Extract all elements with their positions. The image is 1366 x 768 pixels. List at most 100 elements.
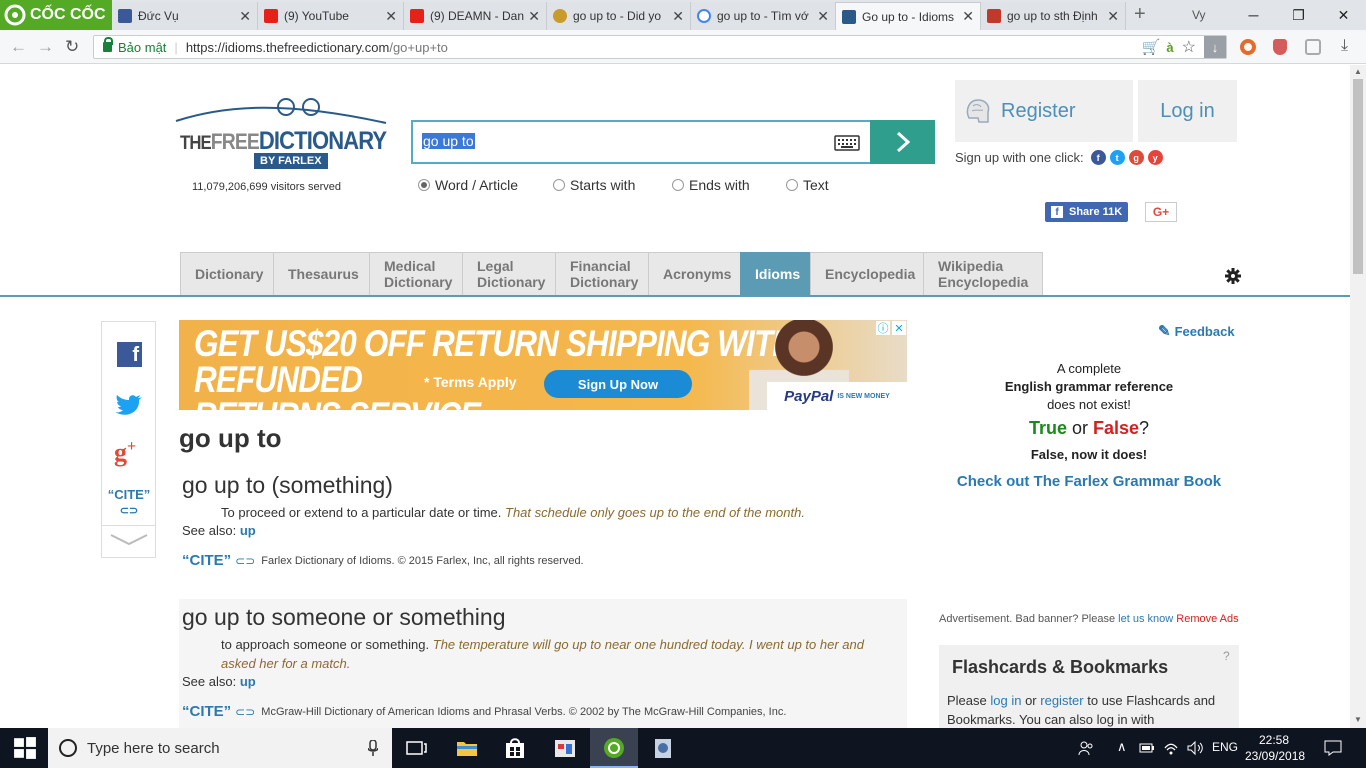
search-input[interactable]: go up to [411, 120, 871, 164]
url-field[interactable]: Bảo mật | https://idioms.thefreedictiona… [93, 35, 1227, 59]
browser-tab[interactable]: go up to - Did yo ✕ [547, 2, 691, 30]
chevron-up-icon[interactable]: ∧ [1117, 739, 1127, 755]
coccoc-taskbar-button[interactable] [590, 728, 638, 768]
search-button[interactable] [870, 120, 935, 164]
tab-dictionary[interactable]: Dictionary [180, 252, 279, 295]
close-icon[interactable]: ✕ [1107, 8, 1119, 25]
tab-title: (9) YouTube [284, 9, 349, 23]
close-icon[interactable]: ✕ [672, 8, 684, 25]
tab-idioms[interactable]: Idioms [740, 252, 816, 295]
close-icon[interactable]: ✕ [528, 8, 540, 25]
chevron-down-icon[interactable] [110, 534, 148, 546]
login-button[interactable]: Log in [1138, 80, 1237, 142]
see-also-link[interactable]: up [240, 674, 256, 689]
ad-info-icon[interactable]: ⓘ [876, 321, 890, 335]
radio-ends-with[interactable]: Ends with [672, 177, 750, 193]
tab-legal-dictionary[interactable]: Legal Dictionary [462, 252, 561, 295]
notifications-icon[interactable] [1324, 740, 1342, 756]
link-icon[interactable]: ⊂⊃ [235, 705, 255, 719]
feedback-link[interactable]: ✎ Feedback [1158, 322, 1235, 340]
tab-encyclopedia[interactable]: Encyclopedia [810, 252, 931, 295]
shield-extension-icon[interactable] [1273, 39, 1287, 55]
app-icon[interactable] [651, 736, 675, 760]
flash-register-link[interactable]: register [1040, 693, 1083, 708]
ad-close-icon[interactable]: ✕ [892, 321, 906, 335]
radio-word-article[interactable]: Word / Article [418, 177, 518, 193]
downloads-icon[interactable]: ⤓ [1341, 37, 1348, 55]
facebook-share-button[interactable]: f Share 11K [1045, 202, 1129, 222]
tab-financial-dictionary[interactable]: Financial Dictionary [555, 252, 654, 295]
browser-tab[interactable]: go up to - Tìm vớ ✕ [691, 2, 836, 30]
coccoc-menu-button[interactable]: CỐC CỐC [0, 0, 112, 30]
site-logo[interactable]: THEFREEDICTIONARY BY FARLEX [166, 97, 396, 172]
app-icon[interactable] [553, 736, 577, 760]
twitter-icon[interactable] [115, 394, 143, 416]
task-view-icon[interactable] [404, 736, 428, 760]
let-us-know-link[interactable]: let us know [1118, 613, 1173, 625]
cart-icon[interactable]: 🛒 [1142, 38, 1161, 56]
bookmark-star-icon[interactable]: ☆ [1182, 37, 1196, 57]
tab-medical-dictionary[interactable]: Medical Dictionary [369, 252, 468, 295]
keyboard-icon[interactable] [834, 135, 860, 151]
link-icon[interactable]: ⊂⊃ [235, 554, 255, 568]
minimize-button[interactable]: ─ [1231, 7, 1276, 23]
ad-signup-button[interactable]: Sign Up Now [544, 370, 692, 398]
profile-button[interactable]: Vy [1192, 8, 1206, 22]
cite-button[interactable]: “CITE” [182, 703, 231, 720]
see-also-link[interactable]: up [240, 523, 256, 538]
browser-tab[interactable]: (9) YouTube ✕ [258, 2, 404, 30]
gear-icon[interactable] [1225, 268, 1241, 284]
close-window-button[interactable]: ✕ [1321, 7, 1366, 24]
extension-icon[interactable] [1305, 39, 1321, 55]
flash-login-link[interactable]: log in [990, 693, 1021, 708]
google-plus-icon[interactable]: g+ [114, 438, 136, 468]
close-icon[interactable]: ✕ [239, 8, 251, 25]
dictionary-extension-icon[interactable]: à [1166, 40, 1173, 55]
register-button[interactable]: Register [955, 80, 1133, 142]
ad-banner[interactable]: GET US$20 OFF RETURN SHIPPING WITH REFUN… [179, 320, 907, 410]
close-icon[interactable]: ✕ [962, 8, 974, 25]
clock[interactable]: 22:58 23/09/2018 [1245, 732, 1305, 764]
browser-tab[interactable]: Đức Vụ ✕ [112, 2, 258, 30]
microphone-icon[interactable] [368, 740, 378, 756]
twitter-icon[interactable]: t [1109, 150, 1125, 165]
scrollbar-thumb[interactable] [1353, 79, 1363, 274]
browser-tab[interactable]: (9) DEAMN - Dan ✕ [404, 2, 547, 30]
cite-button[interactable]: “CITE” [182, 552, 231, 569]
extension-ring-icon[interactable] [1240, 39, 1256, 55]
volume-icon[interactable] [1186, 740, 1204, 756]
language-indicator[interactable]: ENG [1212, 740, 1238, 754]
taskbar-search-input[interactable]: Type here to search [48, 728, 392, 768]
facebook-icon[interactable]: f [117, 342, 142, 367]
file-explorer-icon[interactable] [455, 736, 479, 760]
tab-wikipedia-encyclopedia[interactable]: Wikipedia Encyclopedia [923, 252, 1044, 295]
facebook-icon[interactable]: f [1090, 150, 1106, 165]
reload-button[interactable]: ↻ [65, 37, 79, 57]
close-icon[interactable]: ✕ [385, 8, 397, 25]
wifi-icon[interactable] [1163, 740, 1179, 756]
grammar-book-link[interactable]: Check out The Farlex Grammar Book [939, 473, 1239, 490]
windows-start-icon[interactable] [13, 736, 37, 760]
store-icon[interactable] [503, 736, 527, 760]
download-arrow-icon[interactable]: ↓ [1204, 36, 1226, 58]
close-icon[interactable]: ✕ [817, 8, 829, 25]
google-plus-icon[interactable]: g [1128, 150, 1144, 165]
tab-thesaurus[interactable]: Thesaurus [273, 252, 374, 295]
browser-tab-active[interactable]: Go up to - Idioms ✕ [836, 2, 981, 30]
browser-tab[interactable]: go up to sth Định ✕ [981, 2, 1126, 30]
yahoo-icon[interactable]: y [1147, 150, 1163, 165]
cite-button[interactable]: “CITE” ⊂⊃ [106, 487, 152, 517]
tab-acronyms[interactable]: Acronyms [648, 252, 747, 295]
help-icon[interactable]: ? [1223, 649, 1230, 663]
radio-starts-with[interactable]: Starts with [553, 177, 635, 193]
radio-text[interactable]: Text [786, 177, 829, 193]
maximize-button[interactable]: ❐ [1276, 7, 1321, 24]
back-button[interactable]: ← [10, 37, 27, 57]
forward-button[interactable]: → [37, 37, 54, 57]
battery-icon[interactable] [1139, 742, 1155, 754]
new-tab-button[interactable]: + [1134, 3, 1146, 26]
vertical-scrollbar[interactable]: ▲ ▼ [1350, 65, 1366, 728]
people-icon[interactable] [1078, 740, 1094, 756]
remove-ads-link[interactable]: Remove Ads [1176, 613, 1238, 625]
google-plus-share-button[interactable]: G+ [1145, 202, 1177, 222]
